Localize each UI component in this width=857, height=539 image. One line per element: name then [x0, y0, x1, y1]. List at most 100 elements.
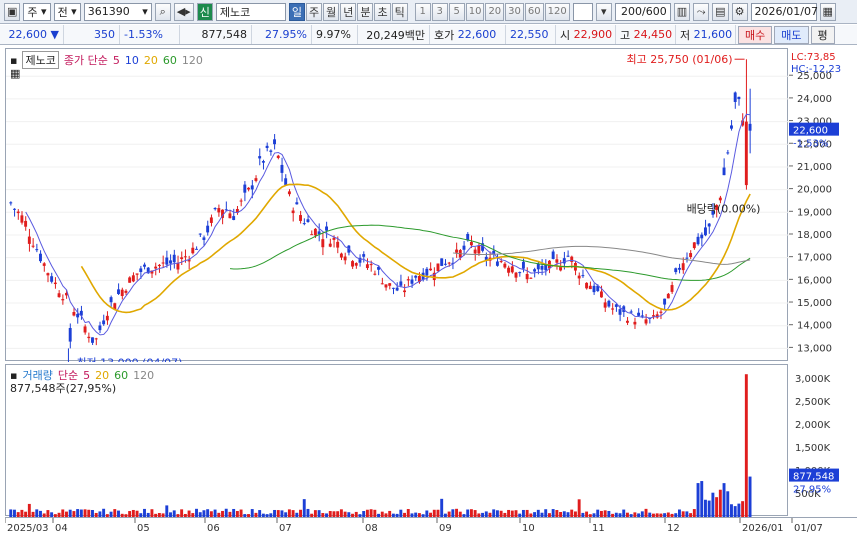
high-annotation: 최고 25,750 (01/06)	[627, 53, 733, 66]
open-price: 시 22,900	[556, 25, 616, 44]
volume-bar	[711, 492, 715, 517]
chart-type-icon[interactable]: ▣	[4, 2, 21, 21]
volume-bar	[306, 508, 310, 517]
time-tick-label: 06	[207, 523, 220, 534]
volume-bar	[150, 509, 154, 517]
settings-icon[interactable]: ⚙	[731, 2, 748, 21]
time-tick-label: 12	[667, 523, 680, 534]
candle-body	[425, 268, 429, 276]
candle-body	[362, 254, 366, 257]
period-button-5[interactable]: 초	[374, 2, 391, 21]
candle-body	[254, 178, 258, 181]
minute-button-60[interactable]: 60	[524, 2, 544, 21]
candle-body	[536, 263, 540, 270]
shin-badge[interactable]: 신	[196, 2, 213, 21]
candle-body	[403, 290, 407, 293]
volume-bar	[287, 509, 291, 517]
eval-button[interactable]: 평	[810, 25, 835, 44]
legend-vol-ma120: 120	[133, 368, 155, 382]
period-button-4[interactable]: 분	[357, 2, 374, 21]
count-field[interactable]: 200/600	[614, 2, 671, 21]
candle-body	[477, 245, 481, 254]
period-button-0[interactable]: 일	[288, 2, 305, 21]
price-chart-pane[interactable]: 최고 25,750 (01/06) 최저 13,000 (04/07) 배당락(0.…	[5, 48, 789, 362]
stock-code-input[interactable]: 361390 ▾	[83, 2, 152, 21]
minute-button-10[interactable]: 10	[465, 2, 485, 21]
stock-name-field[interactable]: 제노코	[215, 2, 286, 21]
volume-bar	[722, 483, 726, 517]
volume-bar	[406, 509, 410, 517]
price-tick-label: 18,000	[797, 230, 832, 241]
calendar-icon[interactable]: ▦	[819, 2, 836, 21]
hc-label: HC:-12,23	[791, 64, 841, 75]
buy-button[interactable]: 매수	[738, 25, 773, 44]
period-button-3[interactable]: 년	[340, 2, 357, 21]
candle-body	[328, 243, 332, 247]
candle-body	[128, 277, 132, 283]
volume-bar	[313, 510, 317, 517]
candle-body	[332, 237, 336, 240]
volume-bar	[744, 374, 748, 517]
minute-button-3[interactable]: 3	[431, 2, 448, 21]
volume-bar	[273, 509, 276, 517]
dropdown-icon[interactable]: ▾	[142, 5, 148, 18]
candle-body	[284, 178, 288, 185]
jeon-select[interactable]: 전 ▾	[53, 2, 81, 21]
search-icon[interactable]: ⌕	[154, 2, 171, 21]
candle-body	[183, 256, 187, 258]
quote-ask: 호가 22,600	[430, 25, 506, 44]
volume-chart-pane[interactable]: ▪ 거래량 단순 5 20 60 120 877,548주(27,95%)	[5, 364, 788, 517]
volume-bar	[603, 510, 607, 517]
period-button-1[interactable]: 주	[305, 2, 323, 21]
grid-icon[interactable]: ▦	[10, 67, 20, 80]
volume-bar	[180, 509, 184, 517]
indicator-icon[interactable]: ⤳	[693, 2, 710, 21]
candle-body	[169, 260, 172, 264]
candle-body	[176, 263, 180, 270]
volume-bar	[131, 509, 135, 517]
price-tick-label: 16,000	[797, 275, 832, 286]
volume-bar	[195, 508, 198, 517]
candle-body	[198, 233, 202, 235]
minute-button-20[interactable]: 20	[485, 2, 505, 21]
candle-body	[351, 261, 354, 267]
volume-bar	[76, 509, 80, 517]
candle-body	[603, 302, 607, 308]
custom-period-input[interactable]	[572, 2, 593, 21]
speaker-icon[interactable]: ◀▸	[173, 2, 194, 21]
volume-bar	[46, 510, 50, 517]
sell-button[interactable]: 매도	[774, 25, 809, 44]
save-icon[interactable]: ▤	[712, 2, 729, 21]
candle-body	[261, 161, 265, 163]
volume-bar	[733, 506, 737, 517]
candle-body	[295, 202, 299, 205]
candle-body	[365, 264, 369, 269]
time-tick-label: 09	[439, 523, 452, 534]
trade-amount: 20,249백만	[358, 25, 430, 44]
candle-body	[585, 282, 589, 289]
candle-body	[384, 284, 388, 288]
volume-bar	[339, 509, 343, 517]
candle-body	[722, 167, 726, 176]
candle-body	[633, 321, 637, 325]
volume-bar	[596, 509, 600, 517]
period-button-6[interactable]: 틱	[391, 2, 408, 21]
volume-bar	[35, 509, 39, 517]
volume-axis: 500K1,000K1,500K2,000K2,500K3,000K877,54…	[789, 364, 857, 516]
candle-body	[232, 216, 236, 220]
market-select[interactable]: 주 ▾	[23, 2, 51, 21]
price-chart-canvas: 최고 25,750 (01/06) 최저 13,000 (04/07) 배당락(0.…	[6, 53, 789, 362]
dropdown-icon[interactable]: ▾	[595, 2, 612, 21]
candle-body	[678, 267, 681, 270]
minute-button-5[interactable]: 5	[448, 2, 465, 21]
legend-ma5: 5	[112, 53, 120, 67]
candle-body	[696, 236, 700, 245]
bar-icon[interactable]: ▥	[673, 2, 691, 21]
period-button-2[interactable]: 월	[323, 2, 340, 21]
minute-button-30[interactable]: 30	[505, 2, 524, 21]
minute-button-1[interactable]: 1	[414, 2, 431, 21]
minute-button-120[interactable]: 120	[544, 2, 570, 21]
candle-body	[354, 263, 358, 266]
candle-body	[447, 262, 451, 264]
date-field[interactable]: 2026/01/07	[750, 2, 818, 21]
